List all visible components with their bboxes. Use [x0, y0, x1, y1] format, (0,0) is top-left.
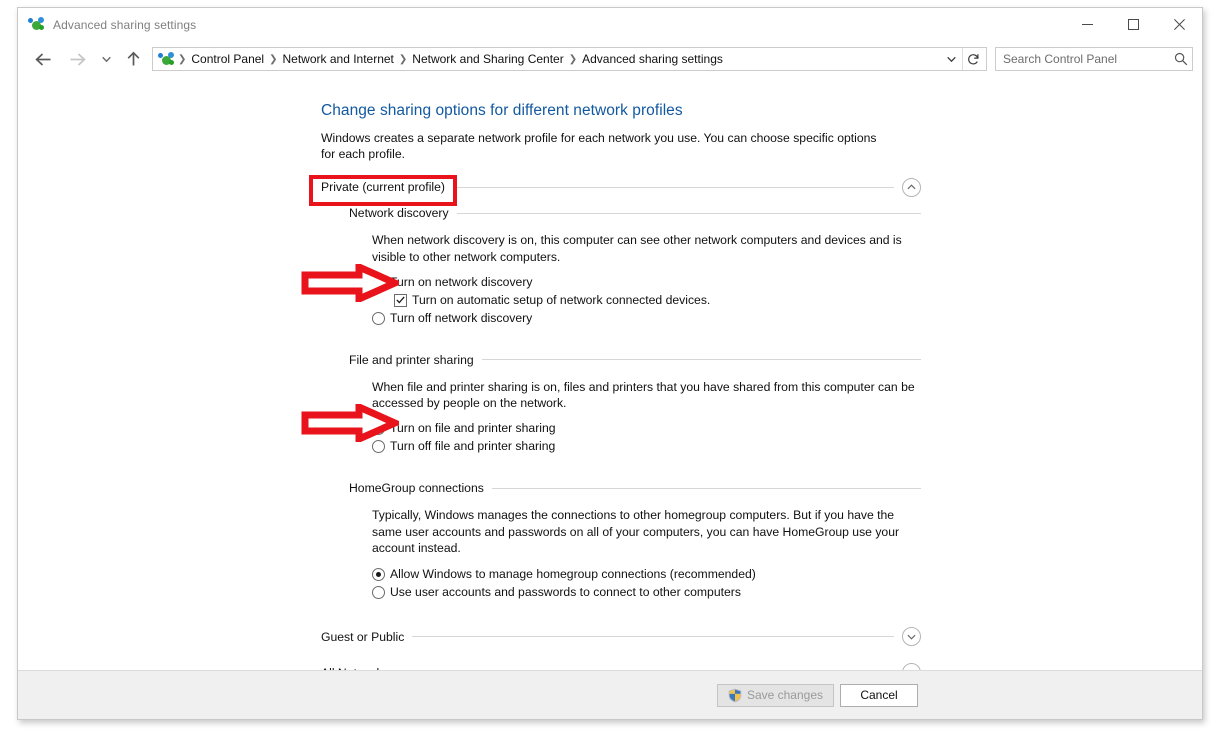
profile-header-private[interactable]: Private (current profile)	[321, 177, 921, 197]
chevron-down-icon[interactable]	[902, 627, 921, 647]
title-bar: Advanced sharing settings	[18, 8, 1202, 41]
breadcrumb-item-advanced-sharing-settings[interactable]: Advanced sharing settings	[578, 52, 727, 66]
radio-use-user-accounts-and-passwords[interactable]: Use user accounts and passwords to conne…	[372, 583, 921, 601]
section-title: HomeGroup connections	[349, 481, 484, 496]
save-changes-button[interactable]: Save changes	[716, 683, 834, 707]
chevron-down-icon[interactable]	[902, 663, 921, 670]
radio-indicator[interactable]	[372, 275, 385, 289]
option-label: Turn off network discovery	[390, 310, 533, 325]
save-changes-label: Save changes	[746, 688, 823, 702]
radio-turn-off-file-and-printer-sharing[interactable]: Turn off file and printer sharing	[372, 437, 921, 455]
refresh-icon[interactable]	[962, 48, 984, 70]
option-label: Turn on file and printer sharing	[390, 421, 556, 436]
page-intro-text: Windows creates a separate network profi…	[321, 131, 877, 162]
forward-button[interactable]	[65, 47, 89, 71]
section-header-file-and-printer-sharing: File and printer sharing	[349, 351, 921, 369]
search-icon	[1174, 52, 1188, 66]
advanced-sharing-settings-window: Advanced sharing settings ❯ Control Pane…	[17, 7, 1203, 720]
settings-pane: Change sharing options for different net…	[321, 102, 921, 670]
divider	[481, 359, 921, 361]
window-controls	[1064, 8, 1202, 41]
radio-indicator[interactable]	[372, 567, 385, 581]
content-area: Change sharing options for different net…	[18, 77, 1202, 670]
breadcrumb-item-network-and-sharing-center[interactable]: Network and Sharing Center	[408, 52, 567, 66]
radio-turn-on-file-and-printer-sharing[interactable]: Turn on file and printer sharing	[372, 419, 921, 437]
radio-turn-on-network-discovery[interactable]: Turn on network discovery	[372, 273, 921, 291]
profile-header-all-networks[interactable]: All Networks	[321, 663, 921, 670]
breadcrumb-item-network-and-internet[interactable]: Network and Internet	[279, 52, 398, 66]
profile-name-all-networks: All Networks	[321, 666, 397, 670]
section-header-network-discovery: Network discovery	[349, 204, 921, 222]
section-description-network-discovery: When network discovery is on, this compu…	[372, 233, 902, 264]
breadcrumb-bar[interactable]: ❯ Control Panel ❯ Network and Internet ❯…	[152, 47, 987, 71]
breadcrumb-separator-icon: ❯	[398, 53, 408, 65]
section-description-homegroup-connections: Typically, Windows manages the connectio…	[372, 508, 900, 555]
radio-indicator[interactable]	[372, 422, 385, 436]
radio-indicator[interactable]	[372, 440, 385, 454]
profile-name-guest-or-public: Guest or Public	[321, 629, 405, 644]
radio-allow-windows-manage-homegroup[interactable]: Allow Windows to manage homegroup connec…	[372, 565, 921, 583]
radio-indicator[interactable]	[372, 585, 385, 599]
breadcrumb-separator-icon: ❯	[178, 53, 187, 65]
section-title: File and printer sharing	[349, 352, 474, 367]
option-label: Allow Windows to manage homegroup connec…	[390, 566, 756, 581]
recent-locations-button[interactable]	[97, 47, 115, 71]
section-title: Network discovery	[349, 206, 449, 221]
network-sharing-icon	[28, 16, 45, 33]
maximize-button[interactable]	[1110, 8, 1156, 41]
search-box[interactable]: Search Control Panel	[995, 47, 1193, 71]
chevron-up-icon[interactable]	[902, 177, 921, 197]
option-label: Turn on automatic setup of network conne…	[412, 292, 711, 307]
profile-name-private: Private (current profile)	[321, 180, 445, 195]
breadcrumb-separator-icon: ❯	[568, 53, 578, 65]
option-label: Turn on network discovery	[390, 274, 533, 289]
page-title: Change sharing options for different net…	[321, 102, 683, 119]
option-label: Use user accounts and passwords to conne…	[390, 584, 741, 599]
checkmark-icon	[396, 296, 405, 304]
divider	[456, 212, 921, 214]
checkbox-indicator[interactable]	[394, 293, 407, 307]
section-header-homegroup-connections: HomeGroup connections	[349, 479, 921, 497]
uac-shield-icon	[728, 688, 742, 702]
radio-indicator[interactable]	[372, 311, 385, 325]
divider	[452, 186, 894, 188]
section-description-file-and-printer-sharing: When file and printer sharing is on, fil…	[372, 379, 915, 411]
close-button[interactable]	[1156, 8, 1202, 41]
breadcrumb-separator-icon: ❯	[269, 53, 278, 65]
cancel-button[interactable]: Cancel	[840, 683, 918, 707]
checkbox-automatic-setup[interactable]: Turn on automatic setup of network conne…	[394, 291, 921, 309]
address-bar: ❯ Control Panel ❯ Network and Internet ❯…	[18, 41, 1202, 77]
back-button[interactable]	[31, 47, 55, 71]
breadcrumb-item-control-panel[interactable]: Control Panel	[187, 52, 268, 66]
up-one-level-button[interactable]	[121, 47, 145, 71]
profile-header-guest-or-public[interactable]: Guest or Public	[321, 627, 921, 647]
minimize-button[interactable]	[1064, 8, 1110, 41]
window-title: Advanced sharing settings	[53, 17, 197, 32]
divider	[412, 636, 894, 638]
cancel-label: Cancel	[860, 688, 898, 702]
network-sharing-icon	[158, 51, 174, 67]
chevron-down-icon[interactable]	[940, 48, 962, 70]
option-label: Turn off file and printer sharing	[390, 439, 556, 454]
divider	[491, 487, 921, 489]
radio-turn-off-network-discovery[interactable]: Turn off network discovery	[372, 309, 921, 327]
search-input[interactable]: Search Control Panel	[1003, 52, 1174, 66]
footer-bar: Save changes Cancel	[18, 670, 1202, 719]
